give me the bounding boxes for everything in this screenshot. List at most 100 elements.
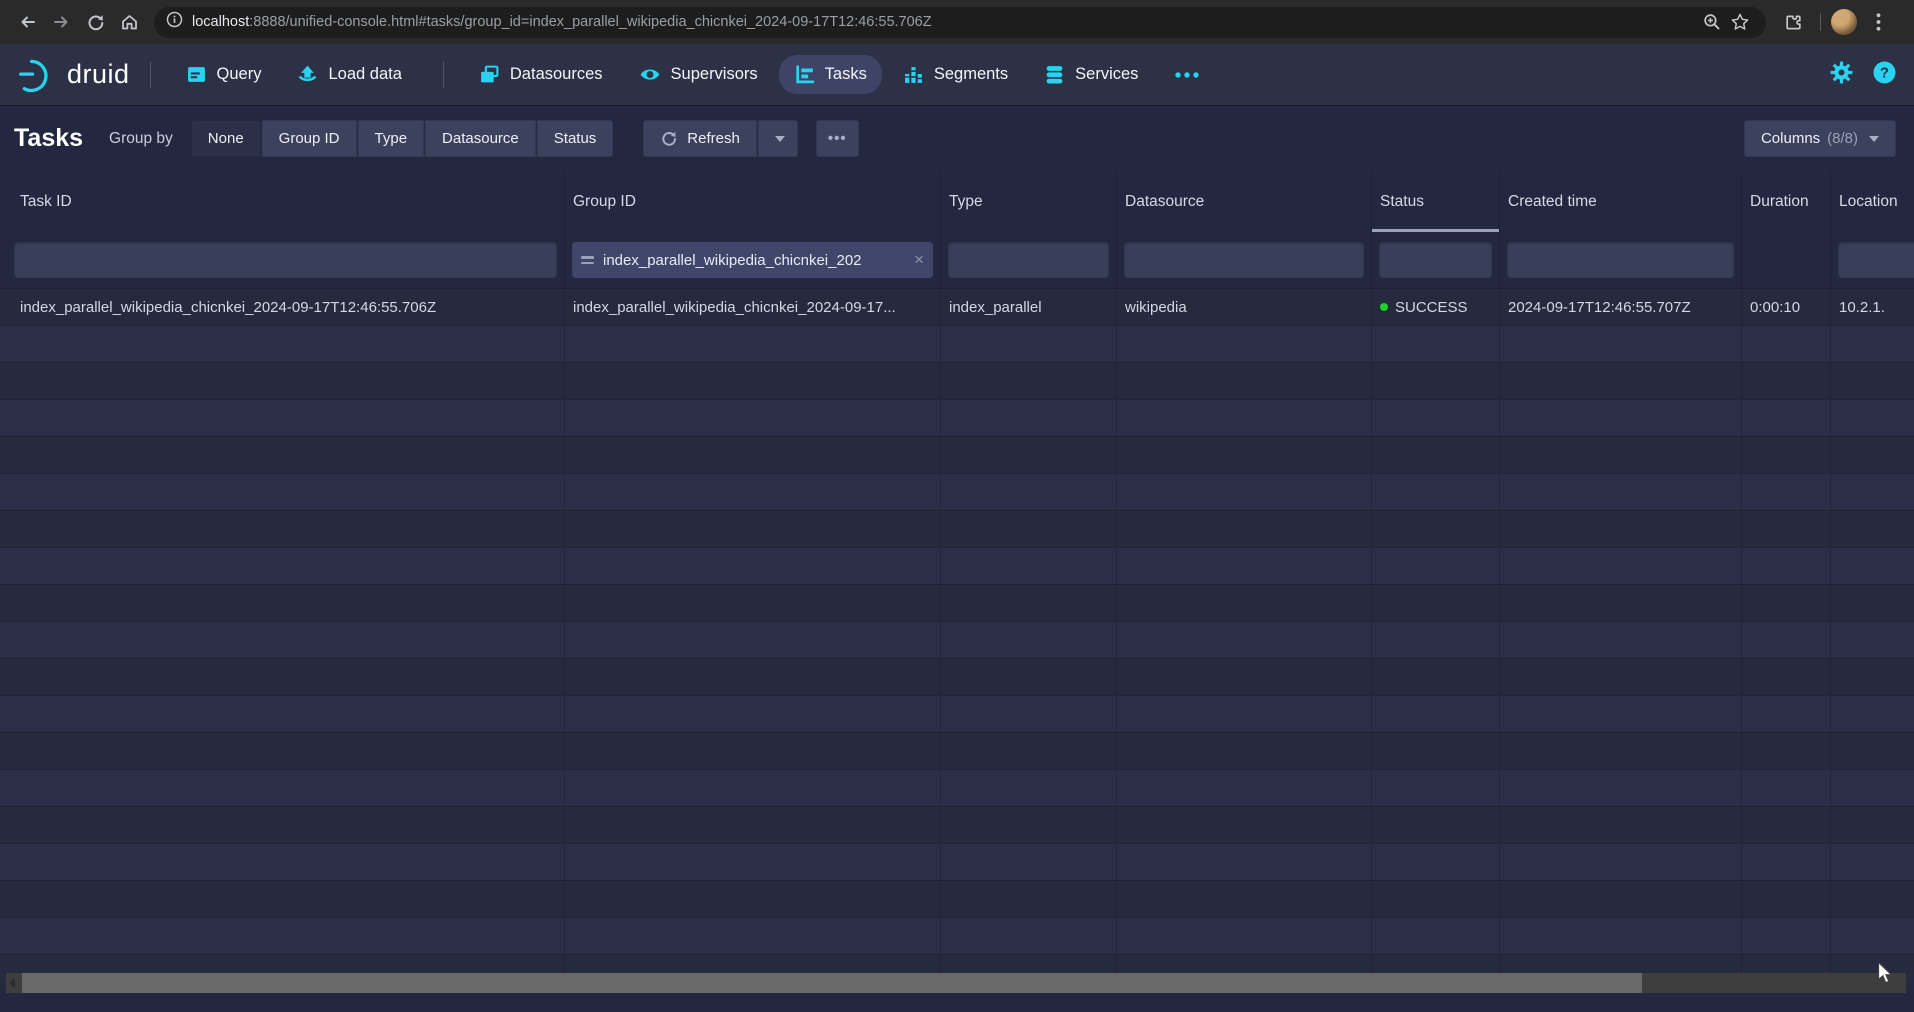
duration-cell[interactable]: 0:00:10	[1742, 289, 1831, 325]
chevron-down-icon	[775, 136, 785, 142]
reload-icon[interactable]	[78, 5, 112, 39]
filter-equals-icon	[581, 256, 594, 264]
location-cell[interactable]: 10.2.1.	[1831, 289, 1914, 325]
group-by-datasource-button[interactable]: Datasource	[424, 120, 536, 157]
columns-label: Columns	[1761, 130, 1820, 147]
url-path: :8888/unified-console.html#tasks/group_i…	[249, 14, 931, 30]
refresh-split-button: Refresh	[643, 120, 798, 157]
empty-table-row	[0, 658, 1914, 695]
clear-filter-icon[interactable]: ×	[914, 250, 924, 270]
refresh-label: Refresh	[687, 130, 740, 147]
task-row[interactable]: index_parallel_wikipedia_chicnkei_2024-0…	[0, 288, 1914, 325]
druid-navbar: druid Query Load data Datasources Superv…	[0, 44, 1914, 105]
empty-table-row	[0, 695, 1914, 732]
nav-item-label: Supervisors	[671, 65, 758, 84]
bookmark-star-icon[interactable]	[1726, 8, 1754, 36]
browser-chrome: localhost:8888/unified-console.html#task…	[0, 0, 1914, 44]
group-by-status-button[interactable]: Status	[536, 120, 614, 157]
empty-table-row	[0, 399, 1914, 436]
nav-item-label: Load data	[328, 65, 401, 84]
url-host: localhost	[192, 14, 249, 30]
columns-dropdown-button[interactable]: Columns (8/8)	[1744, 120, 1896, 157]
chevron-down-icon	[1869, 136, 1879, 142]
empty-table-row	[0, 547, 1914, 584]
help-icon[interactable]: ?	[1873, 61, 1896, 89]
back-icon[interactable]	[10, 5, 44, 39]
settings-gear-icon[interactable]	[1830, 61, 1853, 89]
datasource-cell[interactable]: wikipedia	[1117, 289, 1372, 325]
empty-table-row	[0, 621, 1914, 658]
group-id-filter-chip[interactable]: index_parallel_wikipedia_chicnkei_202 ×	[572, 242, 933, 278]
nav-item-segments[interactable]: Segments	[888, 55, 1023, 94]
column-header-group-id[interactable]: Group ID	[565, 172, 941, 232]
mouse-cursor	[1876, 962, 1894, 989]
created-time-cell[interactable]: 2024-09-17T12:46:55.707Z	[1500, 289, 1742, 325]
menu-kebab-icon[interactable]	[1861, 5, 1895, 39]
nav-item-label: Query	[217, 65, 262, 84]
home-icon[interactable]	[112, 5, 146, 39]
segments-chart-icon	[903, 64, 924, 85]
empty-table-row	[0, 732, 1914, 769]
created-time-filter-input[interactable]	[1507, 242, 1734, 278]
zoom-icon[interactable]	[1698, 8, 1726, 36]
column-header-duration[interactable]: Duration	[1742, 172, 1831, 232]
upload-icon	[297, 64, 318, 85]
nav-item-datasources[interactable]: Datasources	[464, 55, 618, 94]
gantt-icon	[794, 64, 815, 85]
empty-table-row	[0, 917, 1914, 954]
column-header-type[interactable]: Type	[941, 172, 1117, 232]
nav-item-load-data[interactable]: Load data	[282, 55, 416, 94]
extensions-icon[interactable]	[1776, 5, 1810, 39]
druid-logo[interactable]: druid	[18, 55, 130, 95]
column-header-location[interactable]: Location	[1831, 172, 1914, 232]
scrollbar-thumb[interactable]	[22, 973, 1642, 993]
more-actions-button[interactable]: •••	[816, 120, 859, 157]
nav-more-button[interactable]	[1159, 62, 1215, 88]
location-filter-input[interactable]	[1838, 242, 1914, 278]
group-by-none-button[interactable]: None	[191, 120, 261, 157]
database-icon	[1044, 64, 1065, 85]
column-header-status[interactable]: Status	[1372, 172, 1500, 232]
type-filter-input[interactable]	[948, 242, 1109, 278]
refresh-interval-dropdown[interactable]	[757, 120, 798, 157]
nav-item-supervisors[interactable]: Supervisors	[624, 55, 773, 94]
empty-table-row	[0, 436, 1914, 473]
group-by-group-id-button[interactable]: Group ID	[261, 120, 357, 157]
scroll-left-arrow-icon[interactable]	[9, 978, 15, 988]
datasources-icon	[479, 64, 500, 85]
group-by-label: Group by	[109, 130, 173, 148]
task-id-filter-input[interactable]	[14, 242, 557, 278]
nav-item-tasks[interactable]: Tasks	[779, 55, 882, 94]
nav-divider	[443, 62, 444, 88]
url-bar[interactable]: localhost:8888/unified-console.html#task…	[154, 7, 1766, 38]
column-header-task-id[interactable]: Task ID	[0, 172, 565, 232]
nav-item-query[interactable]: Query	[171, 55, 277, 94]
empty-table-row	[0, 362, 1914, 399]
success-status-dot	[1380, 303, 1388, 311]
filter-chip-value: index_parallel_wikipedia_chicnkei_202	[603, 252, 905, 269]
query-icon	[186, 64, 207, 85]
eye-icon	[639, 64, 661, 85]
status-filter-input[interactable]	[1379, 242, 1492, 278]
brand-name: druid	[67, 59, 130, 90]
empty-table-row	[0, 325, 1914, 362]
nav-divider	[150, 62, 151, 88]
column-header-datasource[interactable]: Datasource	[1117, 172, 1372, 232]
forward-icon[interactable]	[44, 5, 78, 39]
site-info-icon[interactable]	[166, 11, 183, 33]
nav-item-label: Datasources	[510, 65, 603, 84]
group-by-type-button[interactable]: Type	[357, 120, 425, 157]
nav-item-services[interactable]: Services	[1029, 55, 1153, 94]
type-cell[interactable]: index_parallel	[941, 289, 1117, 325]
horizontal-scrollbar[interactable]	[6, 973, 1906, 993]
profile-avatar[interactable]	[1831, 9, 1857, 35]
status-cell[interactable]: SUCCESS	[1372, 289, 1500, 325]
chrome-divider	[1820, 13, 1821, 31]
column-header-created-time[interactable]: Created time	[1500, 172, 1742, 232]
url-text: localhost:8888/unified-console.html#task…	[192, 14, 932, 30]
task-id-cell[interactable]: index_parallel_wikipedia_chicnkei_2024-0…	[0, 289, 565, 325]
group-id-cell[interactable]: index_parallel_wikipedia_chicnkei_2024-0…	[565, 289, 941, 325]
refresh-button[interactable]: Refresh	[643, 120, 757, 157]
empty-table-row	[0, 769, 1914, 806]
datasource-filter-input[interactable]	[1124, 242, 1364, 278]
